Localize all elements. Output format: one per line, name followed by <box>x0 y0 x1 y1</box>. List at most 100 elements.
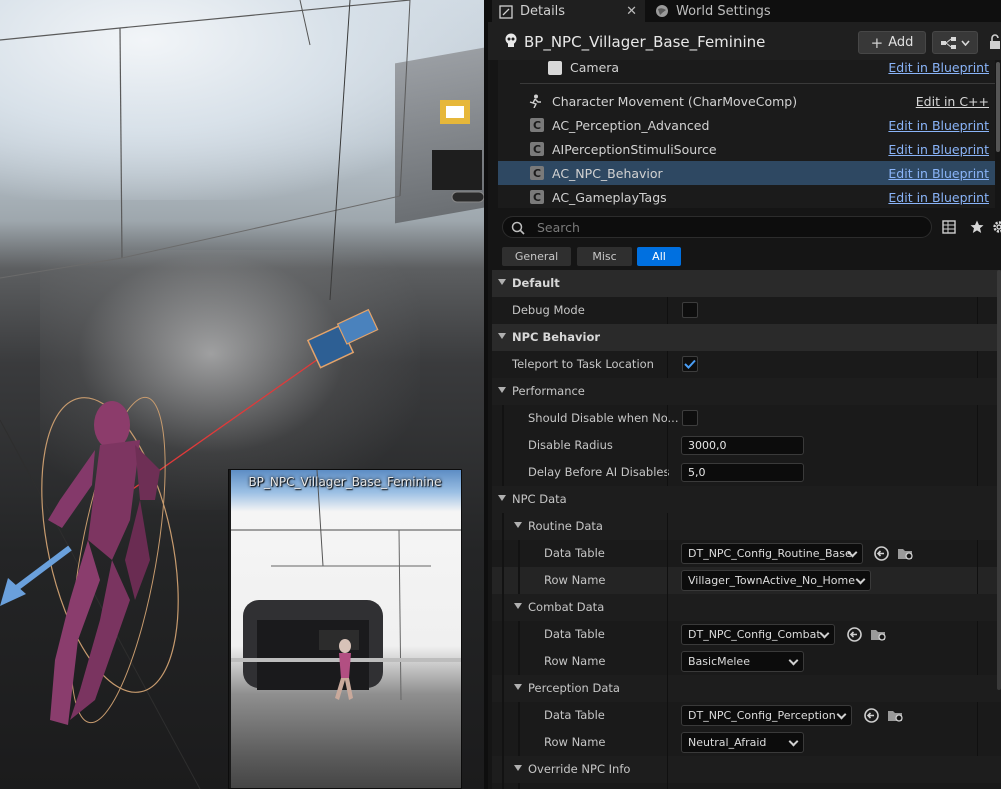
column-divider <box>667 702 668 729</box>
property-grid-scrollbar[interactable] <box>997 270 1001 690</box>
component-row-npc-behavior[interactable]: C AC_NPC_Behavior Edit in Blueprint <box>498 161 995 185</box>
category-performance[interactable]: Performance <box>492 378 1001 405</box>
details-icon <box>498 4 514 20</box>
column-divider <box>667 756 668 783</box>
indent-guide <box>502 648 504 675</box>
column-divider <box>667 729 668 756</box>
expand-arrow-icon <box>514 684 522 690</box>
perception-data-table-combo[interactable]: DT_NPC_Config_Perception <box>681 705 852 726</box>
component-row-character-movement[interactable]: Character Movement (CharMoveComp) Edit i… <box>498 89 995 113</box>
filter-general-button[interactable]: General <box>502 247 571 266</box>
close-icon[interactable]: ✕ <box>626 4 637 19</box>
use-selected-icon[interactable] <box>873 545 890 562</box>
indent-guide <box>502 432 504 459</box>
component-tree-scrollbar[interactable] <box>996 62 1000 152</box>
group-combat-data[interactable]: Combat Data <box>492 594 1001 621</box>
component-tree: Camera Edit in Blueprint Character Movem… <box>498 60 995 208</box>
component-row-perception-stimuli[interactable]: C AIPerceptionStimuliSource Edit in Blue… <box>498 137 995 161</box>
component-separator <box>520 83 995 84</box>
edit-in-cpp-link[interactable]: Edit in C++ <box>916 94 989 109</box>
component-label: Character Movement (CharMoveComp) <box>552 93 798 109</box>
property-label: Debug Mode <box>512 303 585 317</box>
filter-misc-button[interactable]: Misc <box>577 247 632 266</box>
editor-window: BP_NPC_Villager_Base_Feminine Details ✕ … <box>0 0 1001 789</box>
property-combat-data-table: Data Table DT_NPC_Config_Combat <box>492 621 1001 648</box>
chevron-down-icon <box>788 736 799 747</box>
property-override-partial <box>492 783 1001 789</box>
combat-data-table-combo[interactable]: DT_NPC_Config_Combat <box>681 624 835 645</box>
level-viewport[interactable]: BP_NPC_Villager_Base_Feminine <box>0 0 484 789</box>
debug-mode-checkbox[interactable] <box>682 302 698 318</box>
column-divider <box>667 648 668 675</box>
browse-folder-icon[interactable] <box>870 626 887 643</box>
component-row-camera[interactable]: Camera Edit in Blueprint <box>498 60 995 79</box>
component-icon: C <box>530 118 544 132</box>
routine-data-table-combo[interactable]: DT_NPC_Config_Routine_Base <box>681 543 863 564</box>
combo-value: DT_NPC_Config_Combat <box>688 628 821 641</box>
filter-all-button[interactable]: All <box>637 247 681 266</box>
browse-folder-icon[interactable] <box>897 545 914 562</box>
indent-guide <box>518 729 520 756</box>
table-view-icon[interactable] <box>942 220 956 234</box>
column-divider <box>667 675 668 702</box>
property-grid: Default Debug Mode NPC Behavior Teleport… <box>492 270 1001 789</box>
column-divider <box>667 594 668 621</box>
gear-icon[interactable] <box>992 220 1001 234</box>
lock-icon[interactable] <box>988 34 1001 50</box>
component-label: AC_NPC_Behavior <box>552 165 663 181</box>
checkmark-icon <box>684 359 696 369</box>
combo-value: Villager_TownActive_No_Home <box>688 574 855 587</box>
details-panel: Details ✕ World Settings BP_NPC_Villager… <box>484 0 1001 789</box>
indent-guide <box>502 783 504 789</box>
column-divider <box>667 621 668 648</box>
should-disable-checkbox[interactable] <box>682 410 698 426</box>
camera-preview[interactable]: BP_NPC_Villager_Base_Feminine <box>228 469 462 789</box>
camera-preview-title: BP_NPC_Villager_Base_Feminine <box>248 475 442 489</box>
category-default[interactable]: Default <box>492 270 1001 297</box>
component-row-perception-advanced[interactable]: C AC_Perception_Advanced Edit in Bluepri… <box>498 113 995 137</box>
character-mannequin <box>41 396 179 725</box>
tab-world-settings[interactable]: World Settings <box>648 0 778 22</box>
indent-guide <box>518 702 520 729</box>
indent-guide <box>502 594 504 621</box>
add-component-button[interactable]: + Add <box>858 31 926 54</box>
teleport-checkbox[interactable] <box>682 356 698 372</box>
delay-field[interactable]: 5,0 <box>681 463 804 482</box>
search-input[interactable]: Search <box>502 216 932 238</box>
property-label: Data Table <box>544 627 605 641</box>
category-label: Performance <box>512 384 585 398</box>
use-selected-icon[interactable] <box>863 707 880 724</box>
edit-in-blueprint-link[interactable]: Edit in Blueprint <box>888 190 989 205</box>
blueprint-options-button[interactable] <box>932 31 978 54</box>
category-npc-data[interactable]: NPC Data <box>492 486 1001 513</box>
browse-folder-icon[interactable] <box>887 707 904 724</box>
perception-row-name-combo[interactable]: Neutral_Afraid <box>681 732 804 753</box>
use-selected-icon[interactable] <box>846 626 863 643</box>
disable-radius-field[interactable]: 3000,0 <box>681 436 804 455</box>
chevron-down-icon <box>855 574 866 585</box>
combo-value: DT_NPC_Config_Perception <box>688 709 836 722</box>
add-component-label: Add <box>888 35 914 50</box>
combat-row-name-combo[interactable]: BasicMelee <box>681 651 804 672</box>
property-label: Disable Radius <box>528 438 613 452</box>
camera-preview-geometry <box>231 470 461 701</box>
category-npc-behavior[interactable]: NPC Behavior <box>492 324 1001 351</box>
indent-guide <box>518 567 520 594</box>
combo-value: Neutral_Afraid <box>688 736 767 749</box>
edit-in-blueprint-link[interactable]: Edit in Blueprint <box>888 60 989 75</box>
edit-in-blueprint-link[interactable]: Edit in Blueprint <box>888 118 989 133</box>
column-divider <box>977 567 978 594</box>
column-divider <box>667 405 668 432</box>
component-row-gameplay-tags[interactable]: C AC_GameplayTags Edit in Blueprint <box>498 185 995 208</box>
edit-in-blueprint-link[interactable]: Edit in Blueprint <box>888 166 989 181</box>
edit-in-blueprint-link[interactable]: Edit in Blueprint <box>888 142 989 157</box>
favorites-star-icon[interactable] <box>970 220 984 234</box>
group-perception-data[interactable]: Perception Data <box>492 675 1001 702</box>
movement-icon <box>528 94 542 108</box>
group-override-npc-info[interactable]: Override NPC Info <box>492 756 1001 783</box>
routine-row-name-combo[interactable]: Villager_TownActive_No_Home <box>681 570 871 591</box>
group-routine-data[interactable]: Routine Data <box>492 513 1001 540</box>
indent-guide <box>502 756 504 783</box>
tab-details[interactable]: Details ✕ <box>492 0 645 22</box>
camera-gizmo-icon <box>306 308 379 369</box>
